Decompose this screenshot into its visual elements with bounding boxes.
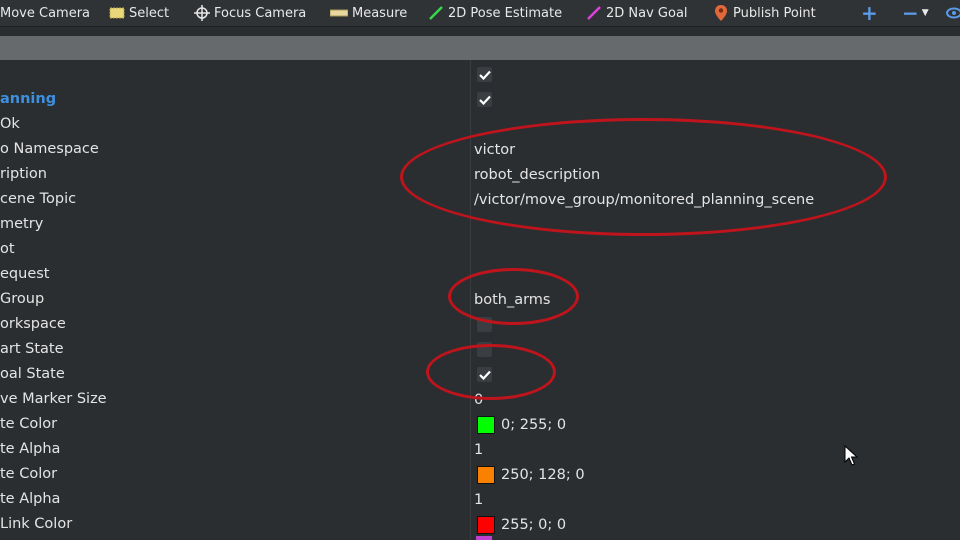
publish-point-label: Publish Point xyxy=(733,5,816,21)
alpha-value[interactable]: 1 xyxy=(474,487,483,512)
property-value[interactable] xyxy=(474,62,492,87)
property-row[interactable]: te Color 0; 255; 0 xyxy=(0,412,960,437)
property-name: te Alpha xyxy=(0,441,61,457)
select-tool[interactable]: Select xyxy=(109,0,169,26)
displays-property-tree: anning Ok o Namespace victor ription rob… xyxy=(0,60,960,540)
display-category-name: anning xyxy=(0,91,57,107)
property-row[interactable]: te Alpha 1 xyxy=(0,437,960,462)
dropdown-arrow-icon[interactable]: ▼ xyxy=(922,8,929,18)
alpha-value[interactable]: 1 xyxy=(474,437,483,462)
start-state-checkbox[interactable] xyxy=(477,342,492,357)
planning-group-value[interactable]: both_arms xyxy=(474,287,550,312)
property-row[interactable]: ve Marker Size 0 xyxy=(0,387,960,412)
crosshair-icon xyxy=(194,5,210,21)
property-row[interactable]: art State xyxy=(0,337,960,362)
minus-icon: − xyxy=(902,1,919,25)
color-swatch[interactable] xyxy=(477,415,495,434)
property-name: Group xyxy=(0,291,45,307)
plus-icon: + xyxy=(861,1,878,25)
map-pin-icon xyxy=(713,5,729,21)
nav-goal-arrow-icon xyxy=(586,5,602,21)
robot-description-value[interactable]: robot_description xyxy=(474,162,600,187)
property-name: te Color xyxy=(0,466,58,482)
property-name: Ok xyxy=(0,116,20,132)
focus-camera-label: Focus Camera xyxy=(214,5,307,21)
move-camera-label: Move Camera xyxy=(0,5,91,21)
pose-estimate-arrow-icon xyxy=(428,5,444,21)
tools-toolbar: Move Camera Select Focus Camera Measure … xyxy=(0,0,960,27)
ruler-icon xyxy=(330,5,348,21)
property-name: te Color xyxy=(0,416,58,432)
property-value[interactable] xyxy=(474,87,492,112)
mouse-cursor-icon xyxy=(844,444,859,471)
color-swatch[interactable] xyxy=(477,465,495,484)
property-name: metry xyxy=(0,216,44,232)
marker-size-value[interactable]: 0 xyxy=(474,387,483,412)
color-swatch-partial xyxy=(476,536,492,540)
select-icon xyxy=(109,5,125,21)
property-name: ription xyxy=(0,166,47,182)
select-label: Select xyxy=(129,5,170,21)
color-text: 0; 255; 0 xyxy=(501,416,567,433)
enabled-checkbox[interactable] xyxy=(477,67,492,82)
planning-scene-topic-value[interactable]: /victor/move_group/monitored_planning_sc… xyxy=(474,187,814,212)
property-row[interactable]: cene Topic /victor/move_group/monitored_… xyxy=(0,187,960,212)
workspace-checkbox[interactable] xyxy=(477,317,492,332)
publish-point-tool[interactable]: Publish Point xyxy=(713,0,816,26)
property-row[interactable]: orkspace xyxy=(0,312,960,337)
camera-type-button[interactable] xyxy=(946,0,960,26)
panel-header-strip xyxy=(0,36,960,60)
color-text: 255; 0; 0 xyxy=(501,516,567,533)
nav-goal-label: 2D Nav Goal xyxy=(606,5,688,21)
property-row[interactable]: metry xyxy=(0,212,960,237)
property-name: Link Color xyxy=(0,516,73,532)
property-row[interactable]: anning xyxy=(0,87,960,112)
property-row[interactable]: Ok xyxy=(0,112,960,137)
focus-camera-tool[interactable]: Focus Camera xyxy=(194,0,306,26)
remove-tool-button[interactable]: − ▼ xyxy=(902,0,929,26)
property-row[interactable]: ription robot_description xyxy=(0,162,960,187)
display-enabled-checkbox[interactable] xyxy=(477,92,492,107)
property-row[interactable]: Link Color 255; 0; 0 xyxy=(0,512,960,537)
property-row[interactable] xyxy=(0,62,960,87)
property-name: cene Topic xyxy=(0,191,77,207)
color-text: 250; 128; 0 xyxy=(501,466,585,483)
eye-icon xyxy=(946,5,960,21)
property-value[interactable] xyxy=(474,312,492,337)
pose-estimate-label: 2D Pose Estimate xyxy=(448,5,563,21)
property-name: oal State xyxy=(0,366,65,382)
property-name: te Alpha xyxy=(0,491,61,507)
2d-pose-estimate-tool[interactable]: 2D Pose Estimate xyxy=(428,0,562,26)
2d-nav-goal-tool[interactable]: 2D Nav Goal xyxy=(586,0,688,26)
property-name: o Namespace xyxy=(0,141,99,157)
property-row[interactable]: te Color 250; 128; 0 xyxy=(0,462,960,487)
color-value[interactable]: 250; 128; 0 xyxy=(474,462,585,487)
property-row[interactable]: equest xyxy=(0,262,960,287)
move-camera-tool[interactable]: Move Camera xyxy=(0,0,90,26)
property-row[interactable]: te Alpha 1 xyxy=(0,487,960,512)
measure-tool[interactable]: Measure xyxy=(330,0,407,26)
property-value[interactable] xyxy=(474,362,492,387)
goal-state-checkbox[interactable] xyxy=(477,367,492,382)
measure-label: Measure xyxy=(352,5,408,21)
property-row[interactable]: Group both_arms xyxy=(0,287,960,312)
property-name: equest xyxy=(0,266,50,282)
color-value[interactable]: 0; 255; 0 xyxy=(474,412,566,437)
namespace-value[interactable]: victor xyxy=(474,137,515,162)
color-swatch[interactable] xyxy=(477,515,495,534)
property-row[interactable]: o Namespace victor xyxy=(0,137,960,162)
color-value[interactable]: 255; 0; 0 xyxy=(474,512,566,537)
property-name: orkspace xyxy=(0,316,66,332)
property-name: art State xyxy=(0,341,64,357)
property-name: ve Marker Size xyxy=(0,391,107,407)
property-name: ot xyxy=(0,241,15,257)
property-value[interactable] xyxy=(474,337,492,362)
add-tool-button[interactable]: + xyxy=(861,0,878,26)
property-row[interactable]: ot xyxy=(0,237,960,262)
property-row[interactable]: oal State xyxy=(0,362,960,387)
